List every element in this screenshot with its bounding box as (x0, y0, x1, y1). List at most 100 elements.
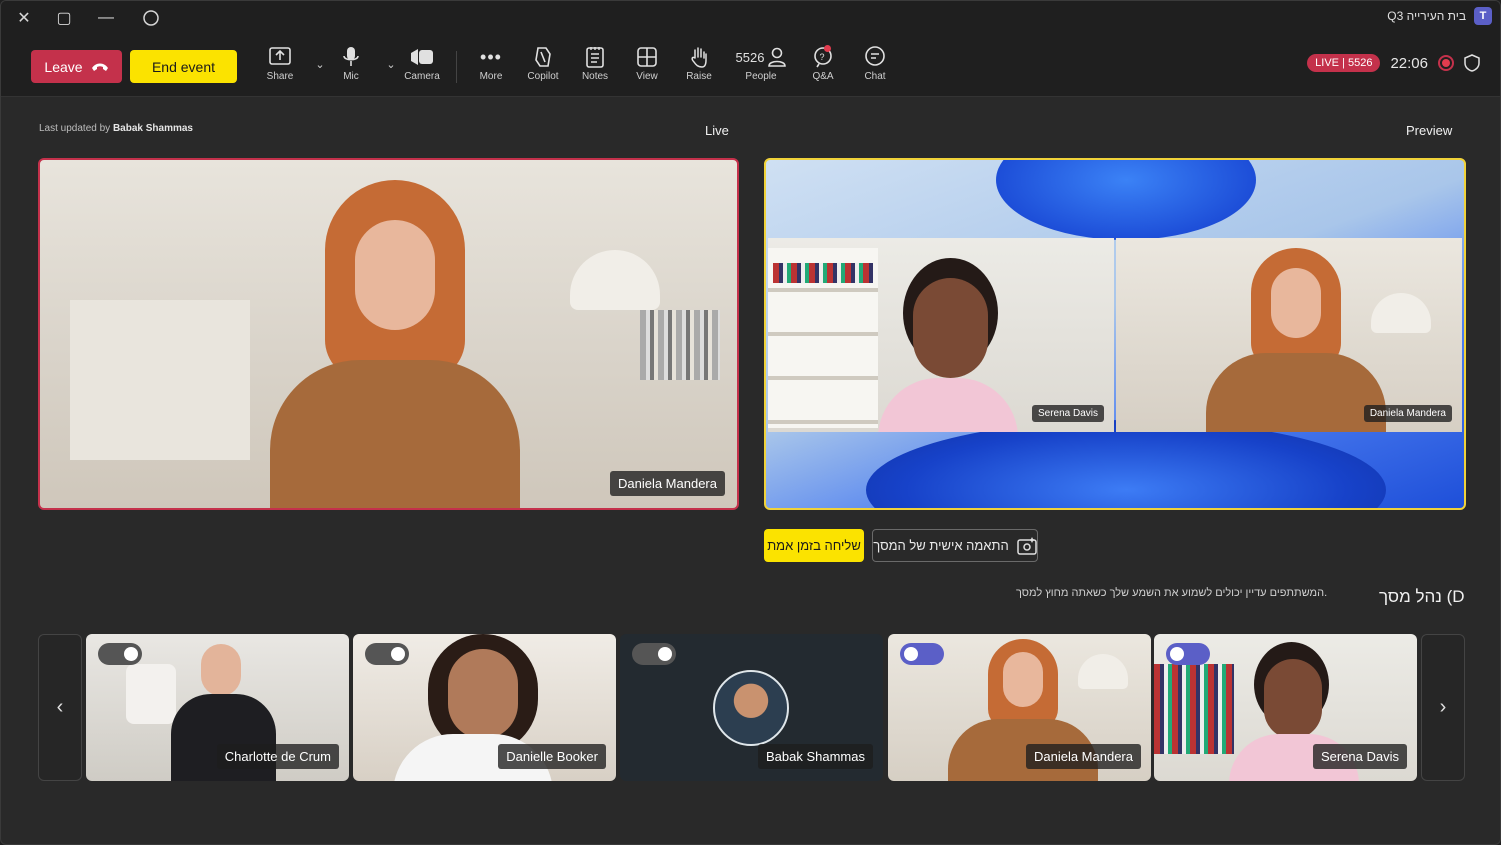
last-updated: Last updated by Babak Shammas (39, 123, 193, 134)
raise-label: Raise (686, 71, 712, 82)
tile-background-bookshelf (1154, 664, 1234, 754)
camera-label: Camera (404, 71, 440, 82)
copilot-button[interactable]: Copilot (519, 45, 567, 91)
participant-tile-babak[interactable]: Babak Shammas (620, 634, 883, 781)
minimize-icon[interactable]: — (91, 5, 121, 31)
chat-icon (865, 46, 885, 66)
title-bar: ✕ ▢ — Q3 בית העירייה T (1, 1, 1500, 35)
background-bloom-top (996, 160, 1256, 240)
shield-icon (1464, 54, 1480, 72)
end-event-label: End event (151, 58, 216, 75)
live-status-badge: LIVE | 5526 (1307, 54, 1381, 72)
share-label: Share (266, 71, 294, 82)
qa-label: Q&A (812, 71, 834, 82)
raise-hand-button[interactable]: Raise (675, 45, 723, 91)
participant-tile-daniela[interactable]: Daniela Mandera (888, 634, 1151, 781)
tile-name-daniela: Daniela Mandera (1025, 744, 1141, 769)
strip-next-chevron-icon[interactable]: › (1421, 634, 1465, 781)
notes-button[interactable]: Notes (571, 45, 619, 91)
participant-tile-danielle[interactable]: Danielle Booker (353, 634, 616, 781)
view-label: View (636, 71, 658, 82)
meeting-status: LIVE | 5526 22:06 (1307, 54, 1480, 72)
tile-name-charlotte: Charlotte de Crum (216, 744, 339, 769)
leave-label: Leave (44, 58, 83, 75)
mic-options-chevron-icon[interactable]: ⌄ (313, 57, 327, 71)
preview-heading: Preview (1406, 123, 1453, 138)
circle-icon[interactable] (136, 5, 166, 31)
copilot-label: Copilot (527, 71, 559, 82)
tile-name-serena: Serena Davis (1312, 744, 1407, 769)
notes-label: Notes (581, 71, 609, 82)
live-badge-text: LIVE | 5526 (1315, 57, 1373, 69)
background-lamp (570, 250, 660, 310)
preview-video-daniela: Daniela Mandera (1116, 238, 1462, 432)
customize-screen-button[interactable]: התאמה אישית של המסך (872, 529, 1038, 562)
customize-image-icon (1016, 536, 1037, 555)
send-live-label: שליחה בזמן אמת (767, 538, 861, 553)
live-name-tag: Daniela Mandera (609, 471, 725, 496)
view-button[interactable]: View (623, 45, 671, 91)
meeting-timer: 22:06 (1390, 54, 1428, 72)
recording-icon (1438, 55, 1454, 71)
background-books-row (773, 263, 873, 283)
mic-icon (343, 47, 359, 66)
background-shelf (70, 300, 250, 460)
spotlight-toggle-danielle[interactable] (365, 643, 409, 665)
raise-hand-icon (691, 47, 707, 68)
spotlight-toggle-serena[interactable] (1166, 643, 1210, 665)
last-updated-by: Babak Shammas (112, 123, 193, 134)
teams-logo-icon: T (1474, 7, 1492, 25)
tile-name-babak: Babak Shammas (758, 744, 873, 769)
people-count: 5526 (735, 49, 765, 65)
background-books (640, 310, 720, 380)
send-live-button[interactable]: שליחה בזמן אמת (764, 529, 864, 562)
maximize-icon[interactable]: ▢ (49, 5, 79, 31)
more-icon: ••• (480, 46, 502, 67)
camera-options-chevron-icon[interactable]: ⌄ (384, 57, 398, 71)
preview-name-tag-serena: Serena Davis (1031, 405, 1104, 422)
participant-tile-serena[interactable]: Serena Davis (1154, 634, 1417, 781)
more-button[interactable]: ••• More (467, 45, 515, 91)
participant-video-image (270, 180, 520, 508)
close-icon[interactable]: ✕ (9, 5, 39, 31)
preview-video-serena: Serena Davis (768, 238, 1114, 432)
leave-button[interactable]: Leave (31, 50, 122, 83)
window-title: Q3 בית העירייה (1387, 9, 1466, 23)
camera-button[interactable]: Camera (398, 45, 446, 91)
mic-label: Mic (343, 71, 359, 82)
copilot-icon (535, 47, 551, 67)
preview-stage[interactable]: Serena Davis Daniela Mandera (764, 158, 1466, 510)
manage-screen-title: נהל מסך (D (1379, 587, 1465, 606)
tile-background-lamp (1078, 654, 1128, 689)
notes-icon (586, 47, 604, 68)
hangup-icon (91, 63, 108, 71)
customize-label: התאמה אישית של המסך (873, 538, 1009, 553)
svg-text:?: ? (820, 52, 825, 62)
strip-prev-chevron-icon[interactable]: ‹ (38, 634, 82, 781)
share-button[interactable]: Share (256, 45, 304, 91)
preview-name-tag-daniela: Daniela Mandera (1363, 405, 1452, 422)
meeting-toolbar: Leave End event Share ⌄ Mic ⌄ Camera •••… (1, 35, 1500, 97)
title-area: Q3 בית העירייה T (1387, 7, 1492, 25)
qa-button[interactable]: ? Q&A (799, 45, 847, 91)
mic-button[interactable]: Mic (327, 45, 375, 91)
spotlight-toggle-babak[interactable] (632, 643, 676, 665)
participant-tile-charlotte[interactable]: Charlotte de Crum (86, 634, 349, 781)
avatar-babak (713, 670, 789, 746)
people-icon (768, 47, 787, 67)
spotlight-toggle-daniela[interactable] (900, 643, 944, 665)
last-updated-prefix: Last updated by (39, 123, 111, 134)
background-lamp-small (1371, 293, 1431, 333)
manage-screen-note: המשתתפים עדיין יכולים לשמוע את השמע שלך … (1016, 587, 1328, 599)
live-stage[interactable]: Daniela Mandera (38, 158, 739, 510)
people-button[interactable]: 5526 People (731, 45, 791, 91)
people-label: People (745, 71, 777, 82)
chat-button[interactable]: Chat (851, 45, 899, 91)
live-heading: Live (705, 123, 729, 138)
end-event-button[interactable]: End event (130, 50, 237, 83)
chat-label: Chat (864, 71, 886, 82)
tile-name-danielle: Danielle Booker (498, 744, 606, 769)
spotlight-toggle-charlotte[interactable] (98, 643, 142, 665)
view-grid-icon (637, 47, 657, 67)
share-icon (269, 47, 291, 65)
